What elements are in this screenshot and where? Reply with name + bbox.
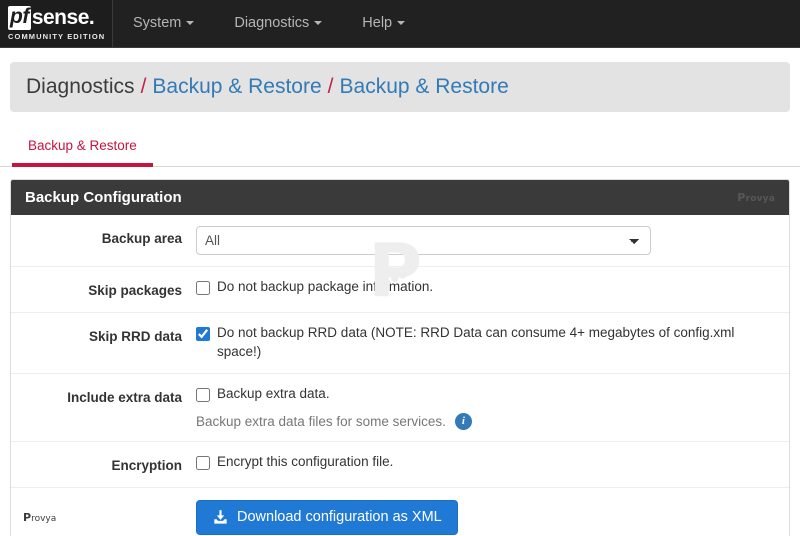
brand-subtitle: COMMUNITY EDITION — [8, 31, 106, 41]
download-configuration-button-label: Download configuration as XML — [237, 509, 442, 526]
chevron-down-icon — [314, 21, 323, 25]
panel-container: Backup Configuration Provya Backup area … — [0, 167, 800, 536]
control-skip-rrd-data: Do not backup RRD data (NOTE: RRD Data c… — [196, 324, 789, 362]
breadcrumb: Diagnostics / Backup & Restore / Backup & Re… — [10, 62, 790, 112]
form-row-backup-area: Backup area All — [11, 215, 789, 267]
breadcrumb-item-diagnostics: Diagnostics — [26, 75, 135, 98]
control-include-extra-data: Backup extra data. Backup extra data fil… — [196, 385, 789, 430]
form-row-actions: Provya Download configuration as XML — [11, 488, 789, 536]
download-icon — [212, 509, 229, 526]
top-navbar: pf sense. COMMUNITY EDITION System Diagno… — [0, 0, 800, 48]
nav-menu: System Diagnostics Help — [113, 0, 425, 47]
panel-title: Backup Configuration — [25, 189, 182, 206]
chevron-down-icon — [397, 21, 406, 25]
breadcrumb-separator: / — [327, 75, 334, 98]
skip-packages-checkbox[interactable] — [196, 281, 210, 295]
label-include-extra-data: Include extra data — [67, 389, 182, 405]
brand-pf-mark: pf — [8, 5, 31, 30]
tab-backup-restore-label: Backup & Restore — [28, 138, 137, 153]
panel-body: Backup area All Skip packages Do not bac… — [11, 215, 789, 536]
extra-data-checkbox-row[interactable]: Backup extra data. — [196, 385, 781, 404]
chevron-down-icon — [186, 21, 195, 25]
extra-data-checkbox[interactable] — [196, 387, 210, 402]
breadcrumb-item-backup-restore-1[interactable]: Backup & Restore — [152, 75, 321, 98]
backup-configuration-panel: Backup Configuration Provya Backup area … — [10, 179, 790, 536]
brand-sense-text: sense — [31, 6, 90, 30]
label-backup-area: Backup area — [101, 231, 182, 246]
skip-packages-checkbox-label: Do not backup package information. — [217, 279, 434, 294]
breadcrumb-separator: / — [140, 75, 147, 98]
label-skip-rrd-data: Skip RRD data — [88, 329, 182, 344]
info-icon[interactable]: i — [454, 412, 472, 430]
breadcrumb-container: Diagnostics / Backup & Restore / Backup & Re… — [0, 48, 800, 112]
panel-header: Backup Configuration Provya — [11, 180, 789, 215]
download-configuration-button[interactable]: Download configuration as XML — [196, 499, 458, 535]
pfsense-logo[interactable]: pf sense. COMMUNITY EDITION — [0, 0, 113, 47]
nav-item-help[interactable]: Help — [342, 0, 425, 47]
nav-item-system[interactable]: System — [113, 0, 214, 47]
skip-rrd-checkbox-label: Do not backup RRD data (NOTE: RRD Data c… — [217, 325, 735, 359]
brand-dot: . — [88, 6, 95, 30]
skip-rrd-checkbox-row[interactable]: Do not backup RRD data (NOTE: RRD Data c… — [196, 324, 781, 362]
encryption-checkbox-label: Encrypt this configuration file. — [217, 453, 394, 469]
provya-watermark-initial: P — [737, 191, 746, 204]
extra-data-help-text: Backup extra data files for some service… — [196, 413, 446, 429]
extra-data-checkbox-label: Backup extra data. — [217, 385, 330, 401]
provya-watermark-rest: rovya — [745, 194, 775, 204]
form-row-skip-packages: Skip packages Do not backup package info… — [11, 267, 789, 313]
nav-item-diagnostics-label: Diagnostics — [234, 15, 310, 31]
provya-text-watermark-footer: Provya — [11, 511, 196, 524]
label-skip-packages: Skip packages — [88, 283, 182, 298]
label-encryption: Encryption — [111, 457, 182, 473]
control-backup-area: All — [196, 226, 789, 255]
tab-bar: Backup & Restore — [0, 134, 800, 167]
form-row-encryption: Encryption Encrypt this configuration fi… — [11, 442, 789, 488]
breadcrumb-item-backup-restore-2[interactable]: Backup & Restore — [340, 75, 509, 98]
brand-logo-text: pf sense. — [8, 5, 112, 30]
skip-packages-checkbox-row[interactable]: Do not backup package information. — [196, 278, 781, 297]
nav-item-diagnostics[interactable]: Diagnostics — [214, 0, 342, 47]
provya-watermark-rest: rovya — [31, 513, 57, 524]
form-row-include-extra-data: Include extra data Backup extra data. Ba… — [11, 374, 789, 442]
nav-item-system-label: System — [133, 15, 182, 31]
encryption-checkbox[interactable] — [196, 455, 210, 470]
control-encryption: Encrypt this configuration file. — [196, 453, 789, 472]
tabs-container: P ••• Backup & Restore — [0, 112, 800, 308]
skip-rrd-checkbox[interactable] — [196, 327, 210, 341]
provya-watermark-initial: P — [23, 510, 32, 524]
encryption-checkbox-row[interactable]: Encrypt this configuration file. — [196, 453, 781, 472]
tab-backup-restore[interactable]: Backup & Restore — [12, 134, 153, 167]
provya-text-watermark: Provya — [737, 191, 775, 204]
nav-item-help-label: Help — [362, 15, 393, 31]
control-skip-packages: Do not backup package information. — [196, 278, 789, 297]
extra-data-help-row: Backup extra data files for some service… — [196, 412, 781, 430]
backup-area-select[interactable]: All — [196, 226, 651, 255]
form-row-skip-rrd-data: Skip RRD data Do not backup RRD data (NO… — [11, 313, 789, 374]
